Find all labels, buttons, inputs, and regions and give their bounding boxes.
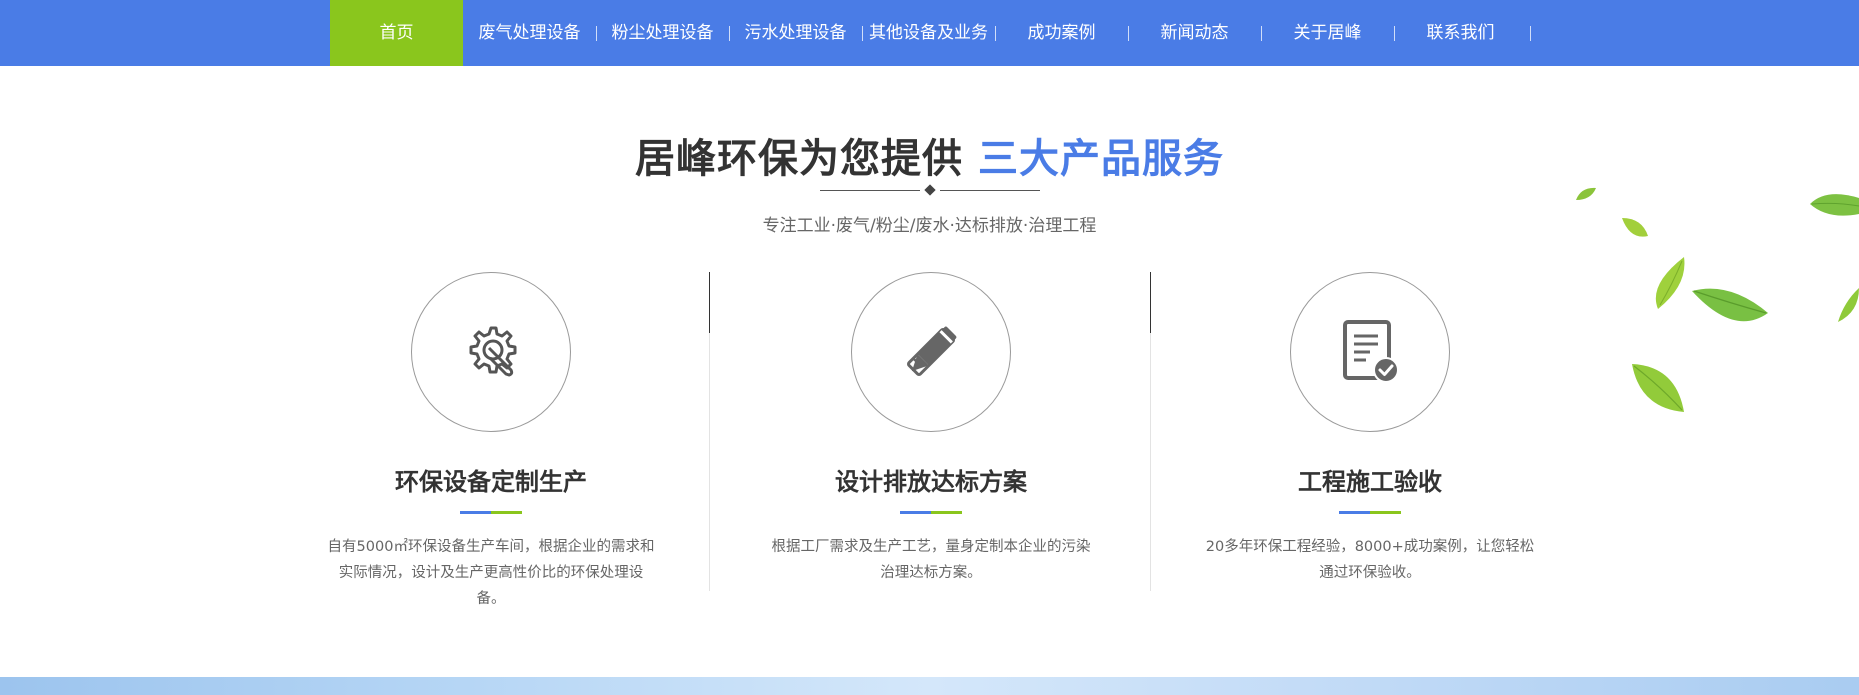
nav-item-other[interactable]: 其他设备及业务 [862, 0, 995, 66]
top-nav: 首页 废气处理设备 粉尘处理设备 污水处理设备 其他设备及业务 成功案例 新闻动… [0, 0, 1859, 66]
column-separator-accent [709, 272, 710, 333]
card-title: 设计排放达标方案 [835, 468, 1027, 496]
document-check-icon [1343, 320, 1399, 383]
card-underline [460, 511, 522, 514]
leaf-decoration [1622, 218, 1648, 237]
pencil-ruler-icon [906, 326, 957, 377]
title-divider-diamond [924, 184, 936, 196]
column-separator [1150, 333, 1151, 591]
nav-item-home[interactable]: 首页 [330, 0, 463, 66]
section-subtitle: 专注工业·废气/粉尘/废水·达标排放·治理工程 [762, 216, 1097, 236]
title-divider-right [940, 190, 1040, 191]
column-separator [709, 333, 710, 591]
nav-item-news[interactable]: 新闻动态 [1128, 0, 1261, 66]
gear-wrench-icon [469, 326, 517, 377]
card-underline [1339, 511, 1401, 514]
leaf-decoration [1692, 288, 1768, 322]
nav-item-dust[interactable]: 粉尘处理设备 [596, 0, 729, 66]
nav-item-about[interactable]: 关于居峰 [1261, 0, 1394, 66]
card-description: 20多年环保工程经验，8000+成功案例，让您轻松通过环保验收。 [1205, 539, 1535, 581]
service-card-manufacturing[interactable]: 环保设备定制生产 自有5000㎡环保设备生产车间，根据企业的需求和实际情况，设计… [326, 272, 656, 622]
title-divider-left [820, 190, 920, 191]
leaf-decoration [1810, 194, 1859, 216]
section-title-accent: 三大产品服务 [977, 136, 1224, 182]
nav-item-waste-gas[interactable]: 废气处理设备 [463, 0, 596, 66]
leaf-decoration [1655, 257, 1685, 309]
next-section-banner-edge [0, 677, 1859, 695]
icon-circle [411, 272, 571, 432]
card-underline [900, 511, 962, 514]
service-card-design[interactable]: 设计排放达标方案 根据工厂需求及生产工艺，量身定制本企业的污染治理达标方案。 [766, 272, 1096, 622]
column-separator-accent [1150, 272, 1151, 333]
nav-separator [1530, 26, 1531, 41]
leaf-decoration [1838, 288, 1859, 322]
card-title: 环保设备定制生产 [395, 468, 587, 496]
card-title: 工程施工验收 [1298, 468, 1442, 496]
section-title: 居峰环保为您提供 三大产品服务 [0, 126, 1859, 184]
section-title-main: 居峰环保为您提供 [635, 136, 964, 182]
icon-circle [851, 272, 1011, 432]
nav-item-wastewater[interactable]: 污水处理设备 [729, 0, 862, 66]
leaf-decoration [1632, 364, 1684, 412]
nav-item-contact[interactable]: 联系我们 [1394, 0, 1527, 66]
service-card-construction[interactable]: 工程施工验收 20多年环保工程经验，8000+成功案例，让您轻松通过环保验收。 [1205, 272, 1535, 622]
leaf-decoration [1576, 187, 1596, 200]
card-description: 自有5000㎡环保设备生产车间，根据企业的需求和实际情况，设计及生产更高性价比的… [327, 539, 655, 607]
nav-item-cases[interactable]: 成功案例 [995, 0, 1128, 66]
icon-circle [1290, 272, 1450, 432]
card-description: 根据工厂需求及生产工艺，量身定制本企业的污染治理达标方案。 [771, 539, 1091, 581]
